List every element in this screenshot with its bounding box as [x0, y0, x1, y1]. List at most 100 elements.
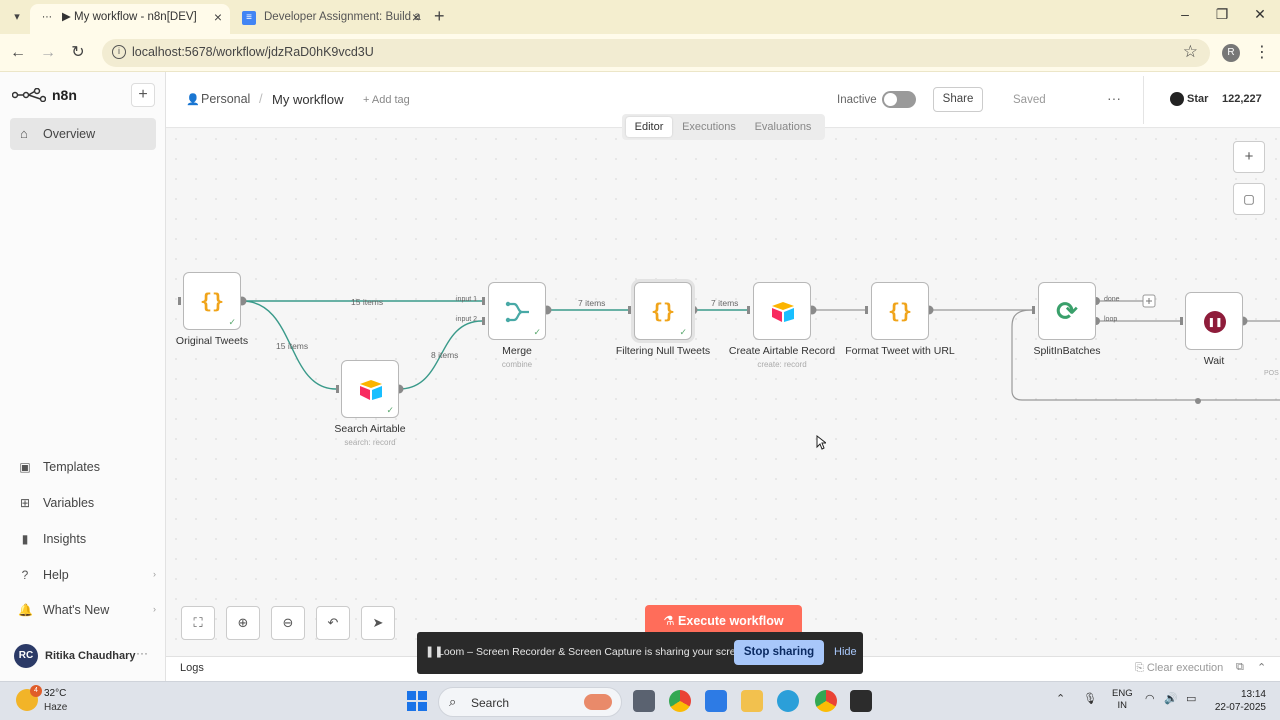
node-create-airtable-record[interactable] — [753, 282, 811, 340]
date: 22-07-2025 — [1214, 702, 1266, 713]
store-icon[interactable] — [705, 690, 727, 712]
node-merge[interactable]: ✓ — [488, 282, 546, 340]
sidebar-item-insights[interactable]: ▮ Insights — [18, 530, 158, 550]
node-search-airtable[interactable]: ✓ — [341, 360, 399, 418]
add-button[interactable]: + — [131, 83, 155, 107]
search-icon: ⌕ — [449, 694, 457, 709]
toggle-knob — [884, 93, 897, 106]
profile-avatar[interactable]: R — [1222, 44, 1240, 62]
taskbar-search[interactable]: ⌕ Search — [438, 687, 622, 717]
node-original-tweets[interactable]: {} ✓ — [183, 272, 241, 330]
variables-icon: ⊞ — [19, 496, 31, 510]
tidy-up-icon[interactable]: ➤ — [361, 606, 395, 640]
tab-search-icon[interactable]: ▾ — [8, 8, 26, 26]
breadcrumb-project[interactable]: Personal — [201, 92, 250, 106]
tab-editor[interactable]: Editor — [626, 117, 672, 137]
sidebar-item-whats-new[interactable]: 🔔 What's New › — [18, 601, 158, 621]
wifi-icon[interactable]: ◠ — [1145, 692, 1155, 705]
sticky-note-icon[interactable]: ▢ — [1233, 183, 1265, 215]
search-highlight-icon — [584, 694, 612, 710]
pause-icon: ❚❚ — [1204, 311, 1226, 333]
fit-view-icon[interactable]: ⛶ — [181, 606, 215, 640]
microphone-icon[interactable]: 🎙 — [1083, 692, 1097, 705]
execute-workflow-label: Execute workflow — [678, 614, 784, 628]
breadcrumb-separator: / — [259, 91, 263, 106]
zoom-in-icon[interactable]: ⊕ — [226, 606, 260, 640]
node-filtering-null-tweets[interactable]: {} ✓ — [634, 282, 692, 340]
pop-out-icon[interactable]: ⧉ — [1236, 661, 1244, 674]
active-status-label: Inactive — [837, 94, 877, 106]
new-tab-button[interactable]: + — [434, 7, 445, 25]
tab-developer-assignment[interactable]: ≡ Developer Assignment: Build a × — [232, 4, 428, 34]
active-toggle[interactable] — [882, 91, 916, 108]
edge-browser-icon[interactable] — [777, 690, 799, 712]
chevron-up-icon[interactable]: ⌃ — [1257, 661, 1266, 674]
n8n-favicon-icon: ⋯ — [42, 12, 52, 23]
file-explorer-icon[interactable] — [741, 690, 763, 712]
maximize-icon[interactable]: ❐ — [1207, 6, 1237, 23]
taskbar: 4 32°C Haze ⌕ Search ⌃ 🎙 ENG IN ◠ 🔊 ▭ 13… — [0, 681, 1280, 720]
clear-execution-button[interactable]: ⎘ Clear execution — [1135, 662, 1223, 675]
workflow-canvas[interactable]: 15 items 15 items 8 items 7 items 7 item… — [166, 129, 1280, 656]
zoom-out-icon[interactable]: ⊖ — [271, 606, 305, 640]
sidebar-item-help[interactable]: ? Help › — [18, 566, 158, 586]
forward-icon[interactable]: → — [38, 43, 58, 63]
node-format-tweet-with-url[interactable]: {} — [871, 282, 929, 340]
add-tag-button[interactable]: + Add tag — [363, 94, 410, 106]
input-label: input 2 — [456, 316, 478, 323]
language-indicator[interactable]: ENG IN — [1112, 688, 1133, 712]
chevron-up-icon[interactable]: ⌃ — [1056, 692, 1065, 705]
node-wait[interactable]: ❚❚ — [1185, 292, 1243, 350]
node-split-in-batches[interactable]: ⟳ — [1038, 282, 1096, 340]
close-window-icon[interactable]: ✕ — [1245, 6, 1275, 23]
sidebar-item-label: Insights — [43, 532, 87, 546]
chrome-profile-icon[interactable] — [815, 690, 837, 712]
back-icon[interactable]: ← — [8, 43, 28, 63]
node-label: Original Tweets — [175, 335, 249, 347]
undo-icon[interactable]: ↶ — [316, 606, 350, 640]
logs-label[interactable]: Logs — [180, 662, 204, 674]
mouse-cursor-icon — [816, 435, 826, 450]
sidebar-item-templates[interactable]: ▣ Templates — [18, 458, 158, 478]
whats-new-icon: 🔔 — [18, 603, 33, 617]
task-view-icon[interactable] — [633, 690, 655, 712]
tab-evaluations[interactable]: Evaluations — [746, 117, 820, 137]
windows-start-icon[interactable] — [407, 691, 427, 711]
battery-icon[interactable]: ▭ — [1186, 692, 1196, 705]
browser-tab-bar: ▾ ⋯ ▶ My workflow - n8n[DEV] × ≡ Develop… — [0, 0, 1280, 34]
volume-icon[interactable]: 🔊 — [1164, 692, 1178, 705]
chrome-icon[interactable] — [669, 690, 691, 712]
node-label: SplitInBatches — [1033, 345, 1101, 357]
sidebar-item-variables[interactable]: ⊞ Variables — [18, 494, 158, 514]
partial-node-label: POS — [1264, 370, 1279, 377]
workflow-name[interactable]: My workflow — [272, 92, 344, 107]
close-tab-icon[interactable]: × — [412, 4, 420, 30]
add-node-button[interactable]: + — [1233, 141, 1265, 173]
minimize-icon[interactable]: – — [1170, 6, 1200, 22]
code-icon: {} — [887, 299, 913, 323]
github-icon[interactable] — [1170, 92, 1184, 106]
close-tab-icon[interactable]: × — [214, 4, 222, 30]
chevron-right-icon: › — [153, 569, 156, 579]
terminal-icon[interactable] — [850, 690, 872, 712]
stop-sharing-button[interactable]: Stop sharing — [734, 640, 824, 665]
url-text: localhost:5678/workflow/jdzRaD0hK9vcd3U — [132, 45, 374, 59]
more-options-icon[interactable]: ··· — [1107, 90, 1121, 106]
hide-button[interactable]: Hide — [834, 646, 857, 658]
tab-my-workflow[interactable]: ⋯ ▶ My workflow - n8n[DEV] × — [30, 4, 230, 34]
tab-title: Developer Assignment: Build a — [264, 11, 421, 23]
clock[interactable]: 13:14 22-07-2025 — [1210, 688, 1266, 714]
region-code: IN — [1117, 700, 1128, 711]
weather-description: Haze — [44, 702, 68, 713]
bookmark-star-icon[interactable]: ☆ — [1183, 42, 1198, 62]
more-icon[interactable]: ··· — [136, 646, 148, 660]
reload-icon[interactable]: ↻ — [68, 43, 88, 63]
site-info-icon[interactable]: i — [112, 45, 126, 59]
tab-executions[interactable]: Executions — [676, 117, 742, 137]
user-profile[interactable]: RC Ritika Chaudhary ··· — [14, 644, 160, 668]
url-field[interactable]: i localhost:5678/workflow/jdzRaD0hK9vcd3… — [102, 39, 1210, 67]
browser-menu-icon[interactable]: ⋮ — [1254, 42, 1270, 62]
github-star-label[interactable]: Star — [1187, 93, 1208, 105]
sidebar-item-overview[interactable]: ⌂ Overview — [10, 118, 156, 150]
share-button[interactable]: Share — [933, 87, 983, 112]
